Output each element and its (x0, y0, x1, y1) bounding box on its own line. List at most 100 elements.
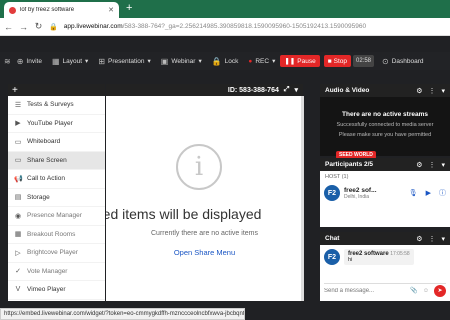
chat-time: 17:05:58 (390, 251, 410, 257)
sidebar-item[interactable]: ▤ Storage (8, 189, 105, 207)
whiteboard-icon: ▭ (14, 138, 22, 146)
lock-icon[interactable]: 🔒 (49, 23, 58, 31)
megaphone-icon: 📢 (14, 175, 23, 183)
record-dot-icon: ● (248, 57, 253, 65)
webinar-button[interactable]: ▣ Webinar ▾ (161, 57, 202, 66)
dashboard-button[interactable]: ⊙ Dashboard (382, 57, 424, 66)
info-icon[interactable]: ⓘ (439, 188, 446, 198)
emoji-icon[interactable]: ☺ (423, 288, 429, 294)
browser-toolbar: ← → ↻ 🔒 app.livewebinar.com/583-388-764?… (0, 18, 450, 36)
vote-icon: ✓ (15, 268, 21, 276)
chat-title: Chat (325, 235, 340, 242)
sidebar-item-label: Storage (27, 193, 50, 201)
chat-header: Chat ⚙ ⋮ ▾ (320, 232, 450, 245)
participant-location: Delhi, India (344, 193, 370, 200)
info-icon: i (176, 144, 222, 190)
sidebar-item[interactable]: ◉ Presence Manager (8, 207, 105, 226)
main-header: ID: 583-388-764 ⤢ ▾ (106, 84, 303, 96)
tools-panel: + ☰ Tests & Surveys ▶ YouTube Player ▭ Whiteb… (8, 84, 105, 301)
monitor-icon: ▭ (14, 157, 22, 165)
back-icon[interactable]: ← (4, 22, 13, 32)
chat-input-bar: 📎 ☺ ➤ (324, 283, 446, 297)
youtube-icon: ▶ (15, 120, 21, 128)
chevron-down-icon: ▾ (272, 58, 276, 65)
url-path: /583-388-764?_ga=2.256214985.390859818.1… (122, 23, 367, 30)
presentation-button[interactable]: ⊞ Presentation ▾ (98, 57, 150, 66)
more-icon[interactable]: ⋮ (428, 161, 435, 169)
gear-icon[interactable]: ⚙ (416, 235, 422, 243)
pause-button[interactable]: ❚❚ Pause (280, 55, 320, 67)
stop-label: Stop (333, 57, 347, 65)
sidebar-item-label: Breakout Rooms (27, 230, 76, 238)
chevron-down-icon[interactable]: ▾ (441, 235, 445, 243)
sidebar-item[interactable]: ▭ Share Screen (8, 151, 105, 170)
microphone-icon[interactable]: 🎙 (409, 189, 418, 197)
lock-label: Lock (224, 57, 239, 65)
sidebar-item[interactable]: ▶ YouTube Player (8, 115, 105, 133)
attach-icon[interactable]: 📎 (410, 287, 417, 294)
audio-video-panel: Audio & Video ⚙ ⋮ ▾ There are no active … (320, 84, 450, 156)
browser-tab[interactable]: lof by free2 software ✕ (4, 2, 119, 18)
tab-title: lof by free2 software (20, 7, 75, 13)
lock-button[interactable]: 🔒 Lock (212, 57, 239, 66)
rec-label: REC (255, 57, 270, 65)
sidebar-item-label: Presence Manager (27, 212, 82, 220)
presentation-label: Presentation (108, 57, 145, 65)
chat-text: hi (348, 257, 353, 263)
audio-video-header: Audio & Video ⚙ ⋮ ▾ (320, 84, 450, 97)
camera-icon[interactable]: ▶ (426, 189, 431, 197)
forward-icon[interactable]: → (19, 22, 28, 32)
room-id: ID: 583-388-764 (227, 86, 279, 94)
sidebar-item[interactable]: 📢 Call to Action (8, 170, 105, 189)
chevron-down-icon[interactable]: ▾ (294, 86, 298, 94)
invite-button[interactable]: ⊕ Invite (17, 57, 42, 66)
lock-room-icon: 🔒 (211, 56, 222, 66)
address-bar[interactable]: app.livewebinar.com/583-388-764?_ga=2.25… (64, 23, 446, 30)
sidebar-item[interactable]: ▷ Brightcove Player (8, 244, 105, 263)
layout-button[interactable]: ▦ Layout ▾ (52, 57, 88, 66)
gear-icon[interactable]: ⚙ (416, 161, 422, 169)
participant-name: free2 sof... (344, 186, 377, 194)
participants-title: Participants 2/5 (325, 161, 374, 168)
invite-icon: ⊕ (16, 56, 24, 66)
url-domain: app.livewebinar.com (63, 23, 123, 30)
stop-button[interactable]: ■ Stop (323, 55, 351, 67)
chevron-down-icon[interactable]: ▾ (441, 161, 445, 169)
participant-row[interactable]: F2 free2 sof... Delhi, India 🎙 ▶ ⓘ (320, 183, 450, 201)
reload-icon[interactable]: ↻ (34, 21, 43, 32)
sidebar-item-label: YouTube Player (27, 119, 73, 127)
recording-timer: 02:58 (353, 55, 375, 67)
open-share-menu-link[interactable]: Open Share Menu (106, 248, 303, 257)
sidebar-item[interactable]: ▦ Breakout Rooms (8, 226, 105, 244)
chevron-down-icon: ▾ (198, 58, 202, 65)
chevron-down-icon[interactable]: ▾ (441, 87, 445, 95)
pause-icon: ❚❚ (284, 58, 296, 65)
close-tab-icon[interactable]: ✕ (108, 6, 114, 14)
audio-video-title: Audio & Video (325, 87, 370, 94)
sidebar-item[interactable]: ✓ Vote Manager (8, 263, 105, 281)
clipboard-icon: ☰ (14, 101, 22, 109)
chat-panel: Chat ⚙ ⋮ ▾ F2 free2 software 17:05:58 hi… (320, 232, 450, 301)
rec-button[interactable]: ● REC ▾ (248, 57, 276, 66)
avatar: F2 (324, 249, 340, 265)
more-icon[interactable]: ⋮ (428, 87, 435, 95)
play-circle-icon: ▷ (15, 249, 21, 257)
sidebar-item-label: Call to Action (27, 175, 65, 183)
more-icon[interactable]: ⋮ (428, 235, 435, 243)
participants-header: Participants 2/5 ⚙ ⋮ ▾ (320, 158, 450, 171)
add-tool-button[interactable]: + (8, 84, 105, 96)
sidebar-item[interactable]: V Vimeo Player (8, 281, 105, 300)
gear-icon[interactable]: ⚙ (416, 87, 422, 95)
sidebar-item-label: Whiteboard (27, 138, 61, 146)
eye-icon: ◉ (14, 212, 22, 220)
sidebar-item[interactable]: ▭ Whiteboard (8, 133, 105, 152)
sidebar-item[interactable]: ☰ Tests & Surveys (8, 96, 105, 115)
chat-message-input[interactable] (324, 287, 406, 294)
send-button[interactable]: ➤ (434, 284, 446, 297)
fullscreen-icon[interactable]: ⤢ (284, 86, 290, 94)
invite-label: Invite (26, 57, 42, 65)
no-streams-text: There are no active streams (342, 111, 428, 118)
main-scrollbar[interactable] (301, 96, 304, 301)
tools-menu: ☰ Tests & Surveys ▶ YouTube Player ▭ Whiteboa… (8, 96, 105, 300)
new-tab-button[interactable]: + (126, 2, 132, 14)
